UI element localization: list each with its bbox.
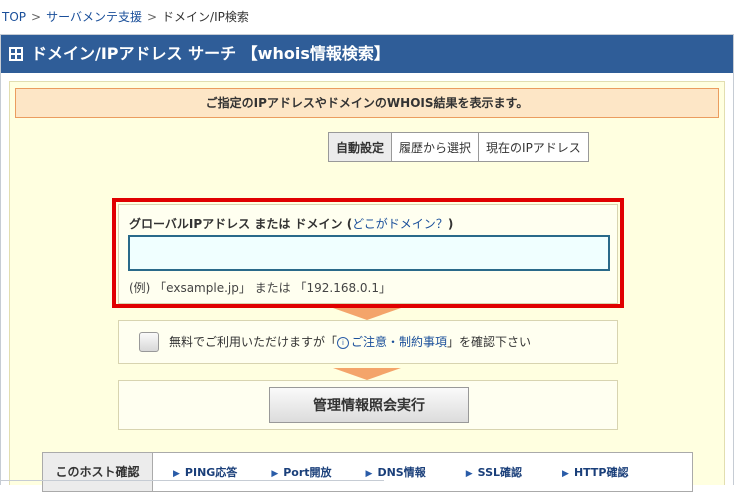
terms-link[interactable]: ご注意・制約事項 [351,335,447,349]
agree-text: 無料でご利用いただけますが「 i ご注意・制約事項」を確認下さい [169,333,531,350]
breadcrumb: TOP > サーバメンテ支援 > ドメイン/IP検索 [0,0,744,34]
domain-help-link[interactable]: どこがドメイン？ [352,217,448,231]
input-example: (例) 「exsample.jp」 または 「192.168.0.1」 [129,281,391,295]
breadcrumb-server-maint-link[interactable]: サーバメンテ支援 [46,10,142,24]
flow-arrow-icon [333,368,401,380]
dns-link-label: DNS情報 [377,466,426,479]
port-link-label: Port開放 [283,466,332,479]
host-check-links: ▶ PING応答 ▶ Port開放 ▶ DNS情報 ▶ SSL確認 ▶ HTTP確認 [153,453,628,491]
http-link[interactable]: ▶ HTTP確認 [562,464,628,480]
search-area: ご指定のIPアドレスやドメインのWHOIS結果を表示ます。 自動設定 履歴から選… [9,81,725,492]
tab-auto-setting[interactable]: 自動設定 [328,132,392,162]
agreement-box: 無料でご利用いただけますが「 i ご注意・制約事項」を確認下さい [118,320,618,364]
input-mode-tabs: 自動設定 履歴から選択 現在のIPアドレス [328,132,589,162]
ip-domain-input[interactable] [128,235,610,271]
tab-history-select[interactable]: 履歴から選択 [391,132,479,162]
notice-banner: ご指定のIPアドレスやドメインのWHOIS結果を表示ます。 [15,88,719,118]
page-title: ドメイン/IPアドレス サーチ 【whois情報検索】 [31,44,390,63]
triangle-right-icon: ▶ [271,469,279,479]
agree-checkbox[interactable] [139,332,159,352]
whois-panel: ドメイン/IPアドレス サーチ 【whois情報検索】 ご指定のIPアドレスやド… [0,34,734,492]
ping-link[interactable]: ▶ PING応答 [173,464,237,480]
execute-lookup-button[interactable]: 管理情報照会実行 [269,387,469,423]
search-label-text: グローバルIPアドレス または ドメイン [129,217,343,231]
dns-link[interactable]: ▶ DNS情報 [366,464,426,480]
triangle-right-icon: ▶ [465,469,473,479]
search-box: グローバルIPアドレス または ドメイン (どこがドメイン？) (例) 「exs… [118,204,618,304]
execute-box: 管理情報照会実行 [118,380,618,430]
search-field-label: グローバルIPアドレス または ドメイン (どこがドメイン？) [129,215,453,232]
footer-divider [0,480,384,485]
breadcrumb-separator: > [146,10,158,24]
port-link[interactable]: ▶ Port開放 [271,464,331,480]
tab-current-ip[interactable]: 現在のIPアドレス [478,132,589,162]
info-icon: i [337,337,350,349]
http-link-label: HTTP確認 [573,466,629,479]
agree-text-before: 無料でご利用いただけますが「 [169,335,338,349]
breadcrumb-top-link[interactable]: TOP [2,10,26,24]
paren-close: ) [447,217,454,231]
triangle-right-icon: ▶ [365,469,373,479]
breadcrumb-current: ドメイン/IP検索 [162,10,249,24]
ping-link-label: PING応答 [184,466,238,479]
host-check-bar: このホスト確認 ▶ PING応答 ▶ Port開放 ▶ DNS情報 ▶ SSL確認 ▶ H… [42,452,693,492]
flow-arrow-icon [333,308,401,320]
host-check-label: このホスト確認 [43,453,153,491]
triangle-right-icon: ▶ [173,469,180,479]
agree-text-after: 」を確認下さい [447,335,532,349]
grid-icon [9,47,23,61]
ssl-link-label: SSL確認 [477,466,523,479]
breadcrumb-separator: > [31,10,42,24]
panel-header: ドメイン/IPアドレス サーチ 【whois情報検索】 [1,35,733,73]
ssl-link[interactable]: ▶ SSL確認 [466,464,522,480]
triangle-right-icon: ▶ [562,469,569,479]
